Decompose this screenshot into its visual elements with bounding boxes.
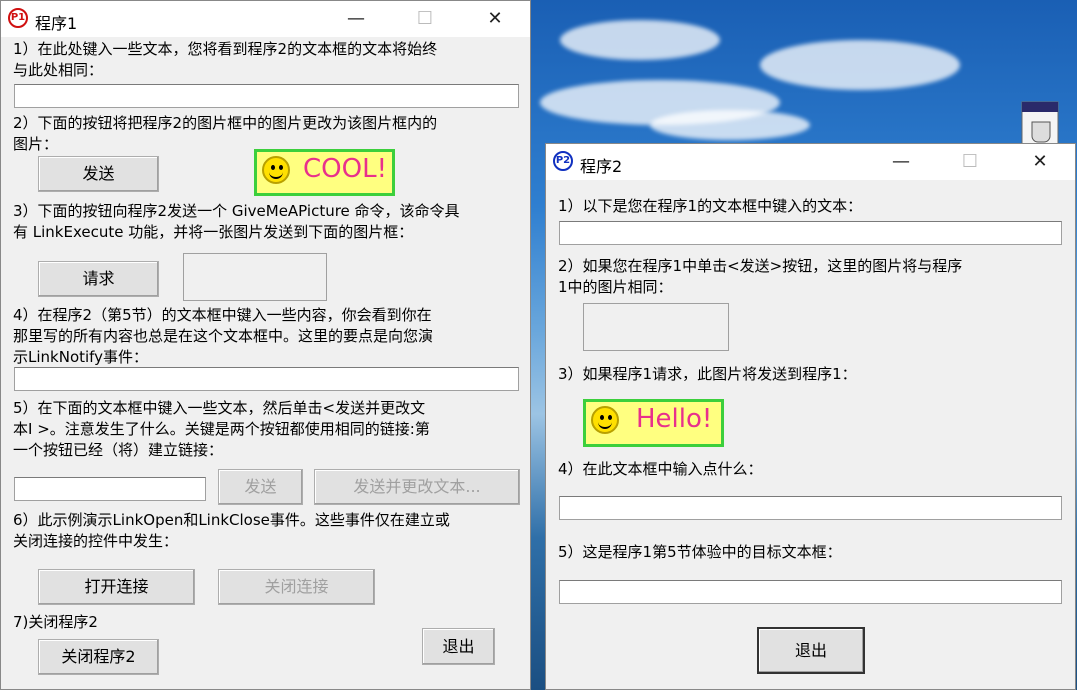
section4-label: 4）在程序2（第5节）的文本框中键入一些内容，你会看到你在 [13, 306, 432, 324]
p2-section2-label: 2）如果您在程序1中单击<发送>按钮，这里的图片将与程序 [558, 257, 963, 275]
p2-exit-button[interactable]: 退出 [757, 627, 865, 674]
section6-label: 6）此示例演示LinkOpen和LinkClose事件。这些事件仅在建立或 [13, 511, 450, 529]
p2-section1-text-field[interactable] [559, 221, 1062, 245]
send-picture-button[interactable]: 发送 [38, 156, 159, 192]
program2-titlebar[interactable]: P2 程序2 — ☐ ✕ [546, 144, 1075, 180]
program1-window: P1 程序1 — ☐ ✕ 1）在此处键入一些文本，您将看到程序2的文本框的文本将… [0, 0, 531, 690]
program1-title: 程序1 [35, 14, 78, 33]
section3-label: 3）下面的按钮向程序2发送一个 GiveMeAPicture 命令，该命令具 [13, 202, 460, 220]
minimize-button[interactable]: — [878, 144, 924, 180]
request-picture-button[interactable]: 请求 [38, 261, 159, 297]
section2-label-cont: 图片： [13, 135, 59, 153]
section4-label-cont2: 示LinkNotify事件： [13, 348, 149, 366]
smiley-icon [262, 156, 290, 184]
program2-title: 程序2 [580, 157, 623, 176]
close-window-button[interactable]: ✕ [472, 1, 518, 37]
section3-label-cont: 有 LinkExecute 功能，并将一张图片发送到下面的图片框： [13, 223, 414, 241]
maximize-button[interactable]: ☐ [402, 1, 448, 37]
section5-text-field[interactable] [14, 477, 206, 501]
section2-label: 2）下面的按钮将把程序2的图片框中的图片更改为该图片框内的 [13, 114, 438, 132]
p2-section5-label: 5）这是程序1第5节体验中的目标文本框： [558, 543, 842, 561]
section4-label-cont: 那里写的所有内容也总是在这个文本框中。这里的要点是向您演 [13, 327, 434, 345]
p2-section2-label-cont: 1中的图片相同： [558, 278, 673, 296]
p2-section5-text-field[interactable] [559, 580, 1062, 604]
p2-section4-text-field[interactable] [559, 496, 1062, 520]
p2-picture-box [583, 303, 729, 351]
minimize-button[interactable]: — [333, 1, 379, 37]
exit-button[interactable]: 退出 [422, 628, 495, 665]
section5-label-cont: 本I >。注意发生了什么。关键是两个按钮都使用相同的链接:第 [13, 420, 430, 438]
open-link-button[interactable]: 打开连接 [38, 569, 195, 605]
smiley-icon [591, 406, 619, 434]
section1-text-field[interactable] [14, 84, 519, 108]
section1-label-cont: 与此处相同： [13, 61, 104, 79]
received-picture-box [183, 253, 327, 301]
section6-label-cont: 关闭连接的控件中发生： [13, 532, 179, 550]
section5-label-cont2: 一个按钮已经（将）建立链接： [13, 441, 224, 459]
p1-app-icon: P1 [8, 8, 28, 28]
section1-label: 1）在此处键入一些文本，您将看到程序2的文本框的文本将始终 [13, 40, 438, 58]
p2-section3-label: 3）如果程序1请求，此图片将发送到程序1： [558, 365, 857, 383]
section4-text-field[interactable] [14, 367, 519, 391]
cool-picture: COOL! [254, 149, 395, 196]
close-link-button[interactable]: 关闭连接 [218, 569, 375, 605]
hello-picture-text: Hello! [636, 404, 713, 434]
section5-label: 5）在下面的文本框中键入一些文本，然后单击<发送并更改文 [13, 399, 426, 417]
hello-picture: Hello! [583, 399, 724, 447]
send-link-button[interactable]: 发送 [218, 469, 303, 505]
p2-app-icon: P2 [553, 151, 573, 171]
p2-section1-label: 1）以下是您在程序1的文本框中键入的文本： [558, 197, 863, 215]
p2-section4-label: 4）在此文本框中输入点什么： [558, 460, 763, 478]
close-program2-button[interactable]: 关闭程序2 [38, 639, 159, 675]
program2-window: P2 程序2 — ☐ ✕ 1）以下是您在程序1的文本框中键入的文本： 2）如果您… [545, 143, 1076, 690]
section7-label: 7)关闭程序2 [13, 613, 98, 631]
send-and-change-text-button[interactable]: 发送并更改文本... [314, 469, 520, 505]
program1-titlebar[interactable]: P1 程序1 — ☐ ✕ [1, 1, 530, 37]
cool-picture-text: COOL! [303, 154, 387, 184]
close-window-button[interactable]: ✕ [1017, 144, 1063, 180]
maximize-button[interactable]: ☐ [947, 144, 993, 180]
